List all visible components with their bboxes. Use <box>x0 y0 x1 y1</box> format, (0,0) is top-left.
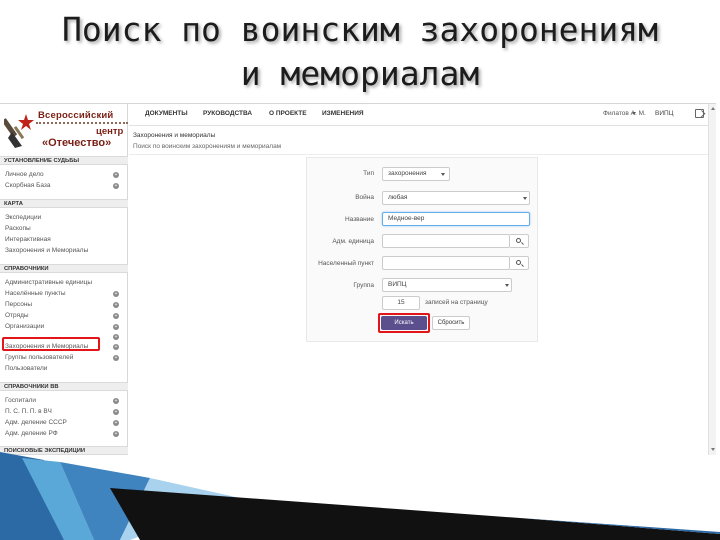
scroll-up-icon[interactable] <box>711 107 715 110</box>
logo[interactable]: Всероссийский центр «Отечество» <box>0 104 128 154</box>
app-screenshot: Всероссийский центр «Отечество» УСТАНОВЛ… <box>0 103 716 455</box>
sidebar-section-map: КАРТА <box>0 199 128 208</box>
chevron-down-icon[interactable] <box>632 112 636 115</box>
user-menu[interactable]: Филатов А. М. <box>603 110 646 117</box>
name-input[interactable]: Медное-вер <box>382 212 530 226</box>
sidebar-item-admin-units[interactable]: Административные единицы <box>5 278 120 287</box>
plus-icon[interactable]: + <box>113 344 119 350</box>
breadcrumb-title[interactable]: Захоронения и мемориалы <box>133 132 215 139</box>
admin-unit-label: Адм. единица <box>332 238 374 245</box>
plus-icon[interactable]: + <box>113 334 119 340</box>
nav-changes[interactable]: ИЗМЕНЕНИЯ <box>322 110 364 117</box>
sidebar-item-personal-file[interactable]: Личное дело <box>5 170 120 179</box>
chevron-down-icon <box>523 197 527 200</box>
logo-text-line1: Всероссийский <box>38 110 114 121</box>
scrollbar[interactable] <box>708 104 716 455</box>
sidebar-item-expeditions[interactable]: Экспедиции <box>5 213 120 222</box>
locality-label: Населенный пункт <box>318 260 374 267</box>
group-select[interactable]: ВИПЦ <box>382 278 512 292</box>
slide-title-line1: Поиск по воинским захоронениям <box>61 10 659 49</box>
sidebar-item-adm-rf[interactable]: Адм. деление РФ <box>5 429 120 438</box>
admin-unit-input[interactable] <box>382 234 510 248</box>
sidebar-item-pspp[interactable]: П. С. П. П. в ВЧ <box>5 407 120 416</box>
nav-vipc-link[interactable]: ВИПЦ <box>655 110 674 117</box>
plus-icon[interactable]: + <box>113 409 119 415</box>
plus-icon[interactable]: + <box>113 324 119 330</box>
locality-input[interactable] <box>382 256 510 270</box>
sidebar-item-squads[interactable]: Отряды <box>5 311 120 320</box>
search-icon <box>516 238 521 243</box>
sidebar-section-fate: УСТАНОВЛЕНИЕ СУДЬБЫ <box>0 156 128 165</box>
sidebar-item-adm-ussr[interactable]: Адм. деление СССР <box>5 418 120 427</box>
plus-icon[interactable]: + <box>113 431 119 437</box>
plus-icon[interactable]: + <box>113 183 119 189</box>
reset-button[interactable]: Сбросить <box>432 316 470 330</box>
plus-icon[interactable]: + <box>113 420 119 426</box>
sidebar-section-references-vv: СПРАВОЧНИКИ ВВ <box>0 382 128 391</box>
sidebar-section-references: СПРАВОЧНИКИ <box>0 264 128 273</box>
per-page-label: записей на страницу <box>425 299 488 306</box>
sidebar-item-users[interactable]: Пользователи <box>5 364 120 373</box>
top-navigation: ДОКУМЕНТЫ РУКОВОДСТВА О ПРОЕКТЕ ИЗМЕНЕНИ… <box>129 104 716 126</box>
war-label: Война <box>355 194 374 201</box>
sidebar-item-excavations[interactable]: Раскопы <box>5 224 120 233</box>
war-select[interactable]: любая <box>382 191 530 205</box>
nav-guides[interactable]: РУКОВОДСТВА <box>203 110 252 117</box>
sidebar-item-localities[interactable]: Населённые пункты <box>5 289 120 298</box>
chevron-down-icon <box>441 173 445 176</box>
chevron-down-icon <box>505 284 509 287</box>
group-label: Группа <box>353 282 374 289</box>
sidebar-item-organizations[interactable]: Организации <box>5 322 120 331</box>
shovel-star-icon <box>4 114 34 148</box>
plus-icon[interactable]: + <box>113 302 119 308</box>
type-label: Тип <box>363 170 374 177</box>
logo-divider <box>36 122 128 125</box>
sidebar: Всероссийский центр «Отечество» УСТАНОВЛ… <box>0 104 128 455</box>
admin-unit-search-button[interactable] <box>510 234 529 248</box>
plus-icon[interactable]: + <box>113 313 119 319</box>
breadcrumb-subtitle: Поиск по воинским захоронениям и мемориа… <box>133 143 282 150</box>
search-button[interactable]: Искать <box>381 316 427 330</box>
search-icon <box>516 260 521 265</box>
sidebar-item-hospitals[interactable]: Госпитали <box>5 396 120 405</box>
sidebar-item-mourning-base[interactable]: Скорбная База <box>5 181 120 190</box>
name-label: Название <box>344 216 374 223</box>
type-select[interactable]: захоронения <box>382 167 450 181</box>
nav-about[interactable]: О ПРОЕКТЕ <box>269 110 307 117</box>
nav-documents[interactable]: ДОКУМЕНТЫ <box>145 110 188 117</box>
plus-icon[interactable]: + <box>113 291 119 297</box>
slide-title-line2: и мемориалам <box>240 54 480 93</box>
plus-icon[interactable]: + <box>113 172 119 178</box>
sidebar-item-interactive[interactable]: Интерактивная <box>5 235 120 244</box>
sidebar-item-user-groups[interactable]: Группы пользователей <box>5 353 120 362</box>
logo-text-line3: центр <box>96 126 124 137</box>
plus-icon[interactable]: + <box>113 355 119 361</box>
plus-icon[interactable]: + <box>113 398 119 404</box>
highlight-frame-sidebar <box>2 337 100 351</box>
sidebar-item-persons[interactable]: Персоны <box>5 300 120 309</box>
per-page-input[interactable]: 15 <box>382 296 420 310</box>
divider <box>129 154 716 155</box>
logo-text-line4: «Отечество» <box>42 137 112 149</box>
logout-icon[interactable] <box>695 109 704 118</box>
locality-search-button[interactable] <box>510 256 529 270</box>
sidebar-item-map-burials[interactable]: Захоронения и Мемориалы <box>5 246 120 255</box>
slide-title: Поиск по воинским захоронениям и мемориа… <box>0 8 720 96</box>
slide-decoration <box>0 452 720 540</box>
